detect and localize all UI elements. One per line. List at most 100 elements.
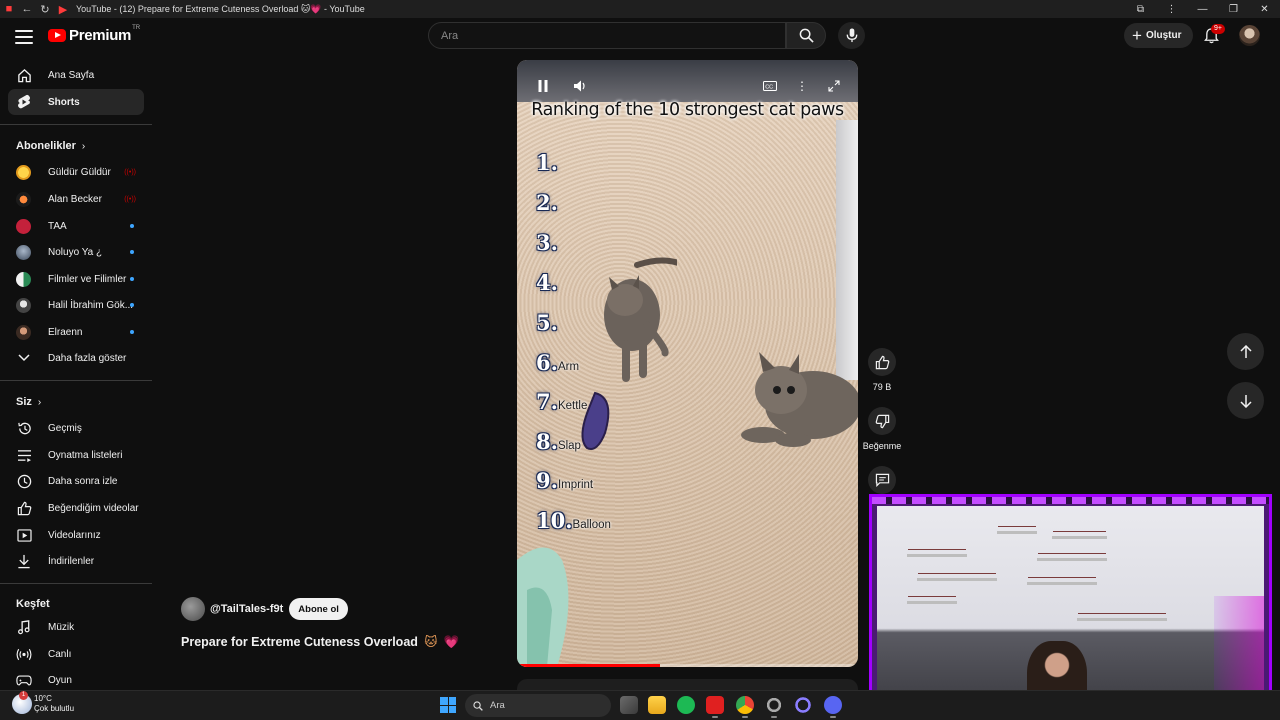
logo-country-code: TR	[132, 25, 141, 31]
expand-icon	[828, 80, 840, 92]
closed-captions-icon: CC	[763, 81, 777, 91]
sidebar-item-downloads[interactable]: İndirilenler	[8, 548, 144, 574]
live-icon	[15, 645, 33, 663]
task-view-icon[interactable]	[620, 696, 638, 714]
sunglasses-toy	[581, 391, 610, 450]
player-more-button[interactable]: ⋮	[796, 79, 808, 93]
spotify-icon[interactable]	[677, 696, 695, 714]
settings-gear-icon[interactable]	[765, 696, 783, 718]
sidebar-item-subscription[interactable]: Alan Becker ((•))	[8, 186, 144, 212]
weather-condition: Çok bulutlu	[34, 704, 75, 713]
ranking-label: Imprint	[557, 479, 594, 491]
sidebar-item-subscription[interactable]: TAA	[8, 213, 144, 239]
volume-button[interactable]	[572, 79, 588, 93]
new-content-dot	[130, 277, 134, 281]
channel-avatar	[16, 244, 31, 260]
weather-widget[interactable]: 10°C Çok bulutlu	[12, 691, 75, 714]
chrome-icon[interactable]	[736, 696, 754, 718]
comments-button[interactable]	[868, 466, 896, 494]
channel-avatar	[16, 324, 31, 340]
channel-name[interactable]: @TailTales-f9t	[210, 603, 283, 615]
back-icon[interactable]: ←	[18, 0, 36, 18]
more-menu-icon[interactable]: ⋮	[1156, 0, 1187, 18]
show-more-button[interactable]: Daha fazla göster	[8, 345, 144, 371]
file-explorer-icon[interactable]	[648, 696, 666, 714]
cat-emoji: 🐱	[424, 635, 438, 649]
pause-button[interactable]	[535, 79, 551, 93]
channel-avatar[interactable]	[181, 597, 205, 621]
shorts-icon	[15, 93, 33, 111]
sidebar-item-playlists[interactable]: Oynatma listeleri	[8, 442, 144, 468]
sidebar-item-live[interactable]: Canlı	[8, 641, 144, 667]
masthead: Premium TR + Oluştur 9+	[0, 18, 1280, 56]
minimize-button[interactable]: —	[1187, 0, 1218, 18]
sidebar-item-label: Filmler ve Filimler	[48, 273, 127, 285]
ranking-number: 1.	[536, 150, 558, 175]
previous-short-button[interactable]	[1227, 333, 1264, 370]
shelf	[1052, 536, 1107, 539]
kitten-illustration	[741, 352, 858, 447]
shorts-video-player[interactable]: CC ⋮ Ranking of the 10 strongest cat paw…	[517, 60, 858, 667]
dislike-button[interactable]	[868, 407, 896, 435]
video-caption-text: Ranking of the 10 strongest cat paws	[531, 100, 844, 120]
search-button[interactable]	[786, 22, 826, 49]
sidebar-item-subscription[interactable]: Güldür Güldür ((•))	[8, 159, 144, 185]
sidebar-item-label: Oynatma listeleri	[48, 449, 123, 461]
sidebar-item-subscription[interactable]: Filmler ve Filimler	[8, 266, 144, 292]
pause-icon	[538, 80, 548, 92]
search-input[interactable]	[429, 23, 785, 48]
sidebar-item-label: Canlı	[48, 648, 72, 660]
account-avatar[interactable]	[1239, 25, 1260, 46]
subscriptions-heading[interactable]: Abonelikler ›	[16, 140, 85, 152]
youtube-logo-icon	[48, 29, 66, 42]
sidebar-item-your-videos[interactable]: Videolarınız	[8, 522, 144, 548]
close-button[interactable]: ✕	[1249, 0, 1280, 18]
sidebar-item-history[interactable]: Geçmiş	[8, 415, 144, 441]
gaming-icon	[15, 671, 33, 689]
video-progress-bar[interactable]	[517, 664, 858, 667]
restore-button[interactable]: ❐	[1218, 0, 1249, 18]
voice-search-button[interactable]	[838, 22, 865, 49]
fullscreen-button[interactable]	[826, 79, 842, 93]
sidebar-item-subscription[interactable]: Halil İbrahim Gök...	[8, 292, 144, 318]
live-indicator-icon: ((•))	[124, 168, 136, 176]
you-heading[interactable]: Siz ›	[16, 396, 41, 408]
ranking-number: 4.	[536, 270, 558, 295]
sidebar-item-subscription[interactable]: Elraenn	[8, 319, 144, 345]
sidebar-divider	[0, 380, 152, 381]
sidebar-item-music[interactable]: Müzik	[8, 614, 144, 640]
reload-icon[interactable]: ↻	[36, 0, 54, 18]
ranking-item: 4.	[536, 270, 558, 295]
ranking-number: 7.	[536, 389, 558, 414]
sidebar-item-label: Elraenn	[48, 326, 83, 338]
sidebar-item-home[interactable]: Ana Sayfa	[8, 62, 144, 88]
subscribe-button[interactable]: Abone ol	[289, 598, 348, 620]
new-content-dot	[130, 250, 134, 254]
ranking-item: 1.	[536, 150, 558, 175]
sidebar-item-subscription[interactable]: Noluyo Ya ¿	[8, 239, 144, 265]
like-button[interactable]	[868, 348, 896, 376]
youtube-app-icon[interactable]	[706, 696, 724, 718]
ranking-label: Balloon	[572, 519, 611, 531]
sidebar-item-liked-videos[interactable]: Beğendiğim videolar	[8, 495, 144, 521]
hamburger-menu-icon[interactable]	[14, 28, 34, 46]
watch-later-icon	[15, 472, 33, 490]
next-short-button[interactable]	[1227, 382, 1264, 419]
taskbar-search[interactable]: Ara	[465, 694, 611, 717]
sidebar-item-watch-later[interactable]: Daha sonra izle	[8, 468, 144, 494]
discord-icon[interactable]	[824, 696, 842, 718]
search-box[interactable]	[428, 22, 786, 49]
create-button[interactable]: + Oluştur	[1124, 23, 1193, 48]
notifications-button[interactable]: 9+	[1200, 24, 1225, 47]
windows-start-icon[interactable]	[440, 697, 456, 713]
sidebar-item-label: Güldür Güldür	[48, 166, 111, 178]
youtube-premium-logo[interactable]: Premium TR	[48, 25, 141, 44]
extensions-icon[interactable]: ⧉	[1125, 0, 1156, 18]
shelf	[917, 578, 997, 581]
circle-app-icon[interactable]	[794, 696, 812, 714]
sidebar-item-shorts[interactable]: Shorts	[8, 89, 144, 115]
like-count: 79 B	[872, 382, 892, 392]
taskbar-search-placeholder: Ara	[490, 700, 505, 711]
kitten-illustration	[604, 257, 677, 382]
captions-button[interactable]: CC	[762, 79, 778, 93]
